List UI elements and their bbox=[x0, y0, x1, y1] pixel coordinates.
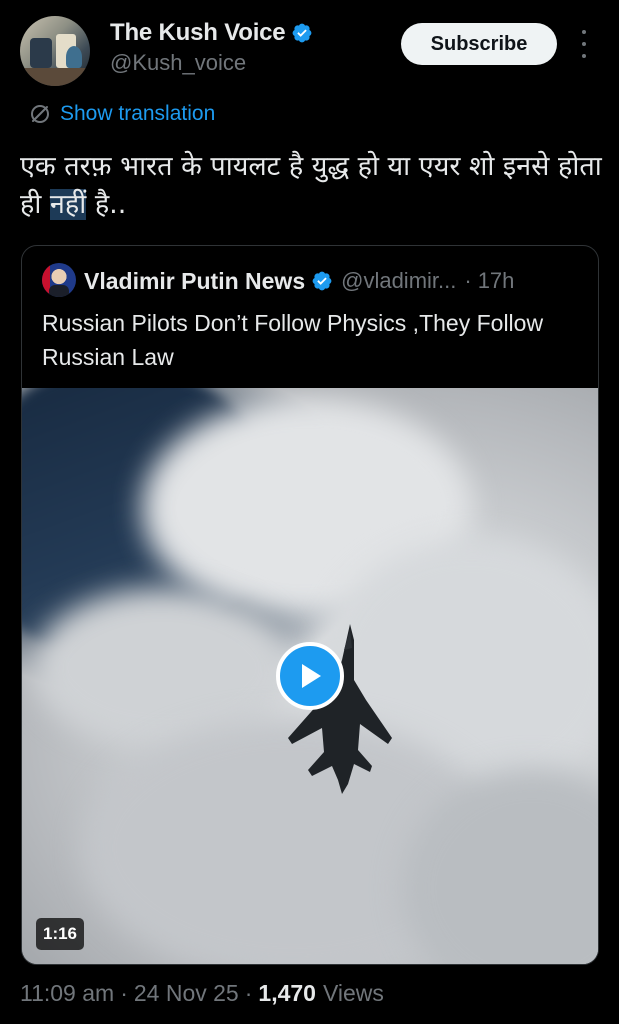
show-translation-link[interactable]: Show translation bbox=[28, 99, 215, 129]
verified-badge-icon bbox=[293, 23, 312, 43]
separator-dot: · bbox=[244, 980, 253, 1006]
tweet-date[interactable]: 24 Nov 25 bbox=[134, 980, 239, 1007]
tweet-time[interactable]: 11:09 am bbox=[20, 980, 114, 1007]
subscribe-button[interactable]: Subscribe bbox=[401, 23, 557, 65]
show-translation-label: Show translation bbox=[60, 102, 216, 125]
author-display-name[interactable]: The Kush Voice bbox=[110, 19, 286, 47]
author-name-row[interactable]: The Kush Voice bbox=[110, 18, 313, 48]
separator-dot: · bbox=[120, 980, 128, 1006]
avatar-shape bbox=[20, 68, 90, 86]
quoted-author-display-name[interactable]: Vladimir Putin News bbox=[84, 268, 305, 295]
tweet-header: The Kush Voice @Kush_voice Subscribe bbox=[0, 0, 619, 96]
tweet-text-part: है.. bbox=[86, 189, 127, 220]
author-handle[interactable]: @Kush_voice bbox=[110, 50, 246, 76]
more-vertical-icon[interactable] bbox=[576, 30, 592, 58]
verified-badge-icon bbox=[312, 271, 332, 291]
quoted-author-avatar[interactable] bbox=[42, 263, 76, 297]
avatar-shape bbox=[49, 285, 69, 297]
quoted-tweet-time[interactable]: 17h bbox=[478, 268, 515, 294]
more-dot bbox=[582, 30, 586, 34]
translate-icon bbox=[31, 105, 49, 123]
quoted-tweet-card[interactable]: Vladimir Putin News @vladimir... · 17h R… bbox=[21, 245, 599, 965]
video-player[interactable]: 1:16 bbox=[22, 388, 598, 964]
avatar-shape bbox=[66, 46, 82, 68]
more-dot bbox=[582, 54, 586, 58]
play-icon bbox=[302, 664, 321, 688]
play-button[interactable] bbox=[276, 642, 344, 710]
views-label: Views bbox=[322, 980, 384, 1006]
quoted-author-handle[interactable]: @vladimir... bbox=[341, 268, 456, 294]
tweet-meta: 11:09 am · 24 Nov 25 · 1,470 Views bbox=[20, 980, 384, 1007]
views-count[interactable]: 1,470 bbox=[258, 980, 316, 1007]
separator-dot: · bbox=[464, 268, 472, 293]
more-dot bbox=[582, 42, 586, 46]
video-duration-badge: 1:16 bbox=[36, 918, 84, 950]
author-avatar[interactable] bbox=[20, 16, 90, 86]
quoted-tweet-text: Russian Pilots Don’t Follow Physics ,The… bbox=[42, 310, 544, 370]
tweet-text-highlight: नहीं bbox=[49, 189, 87, 220]
quoted-tweet-header: Vladimir Putin News @vladimir... · 17h bbox=[84, 266, 514, 296]
tweet-text: एक तरफ़ भारत के पायलट है युद्ध हो या एयर… bbox=[20, 148, 605, 224]
avatar-shape bbox=[30, 38, 52, 68]
